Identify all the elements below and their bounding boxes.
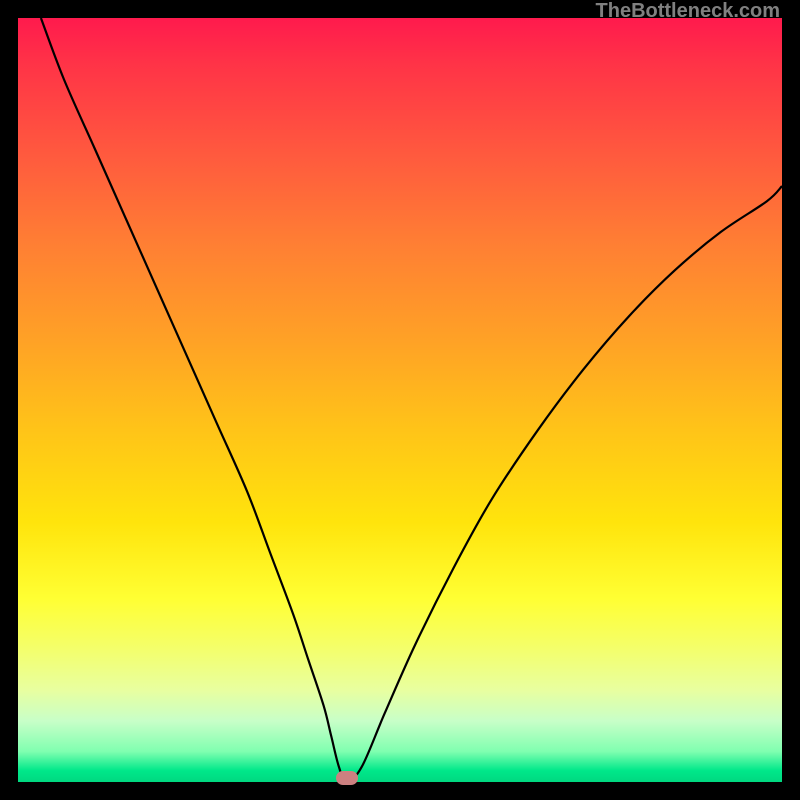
chart-frame: TheBottleneck.com — [0, 0, 800, 800]
optimal-marker — [336, 771, 358, 785]
curve-svg — [18, 18, 782, 782]
bottleneck-curve-path — [41, 18, 782, 782]
plot-area — [18, 18, 782, 782]
